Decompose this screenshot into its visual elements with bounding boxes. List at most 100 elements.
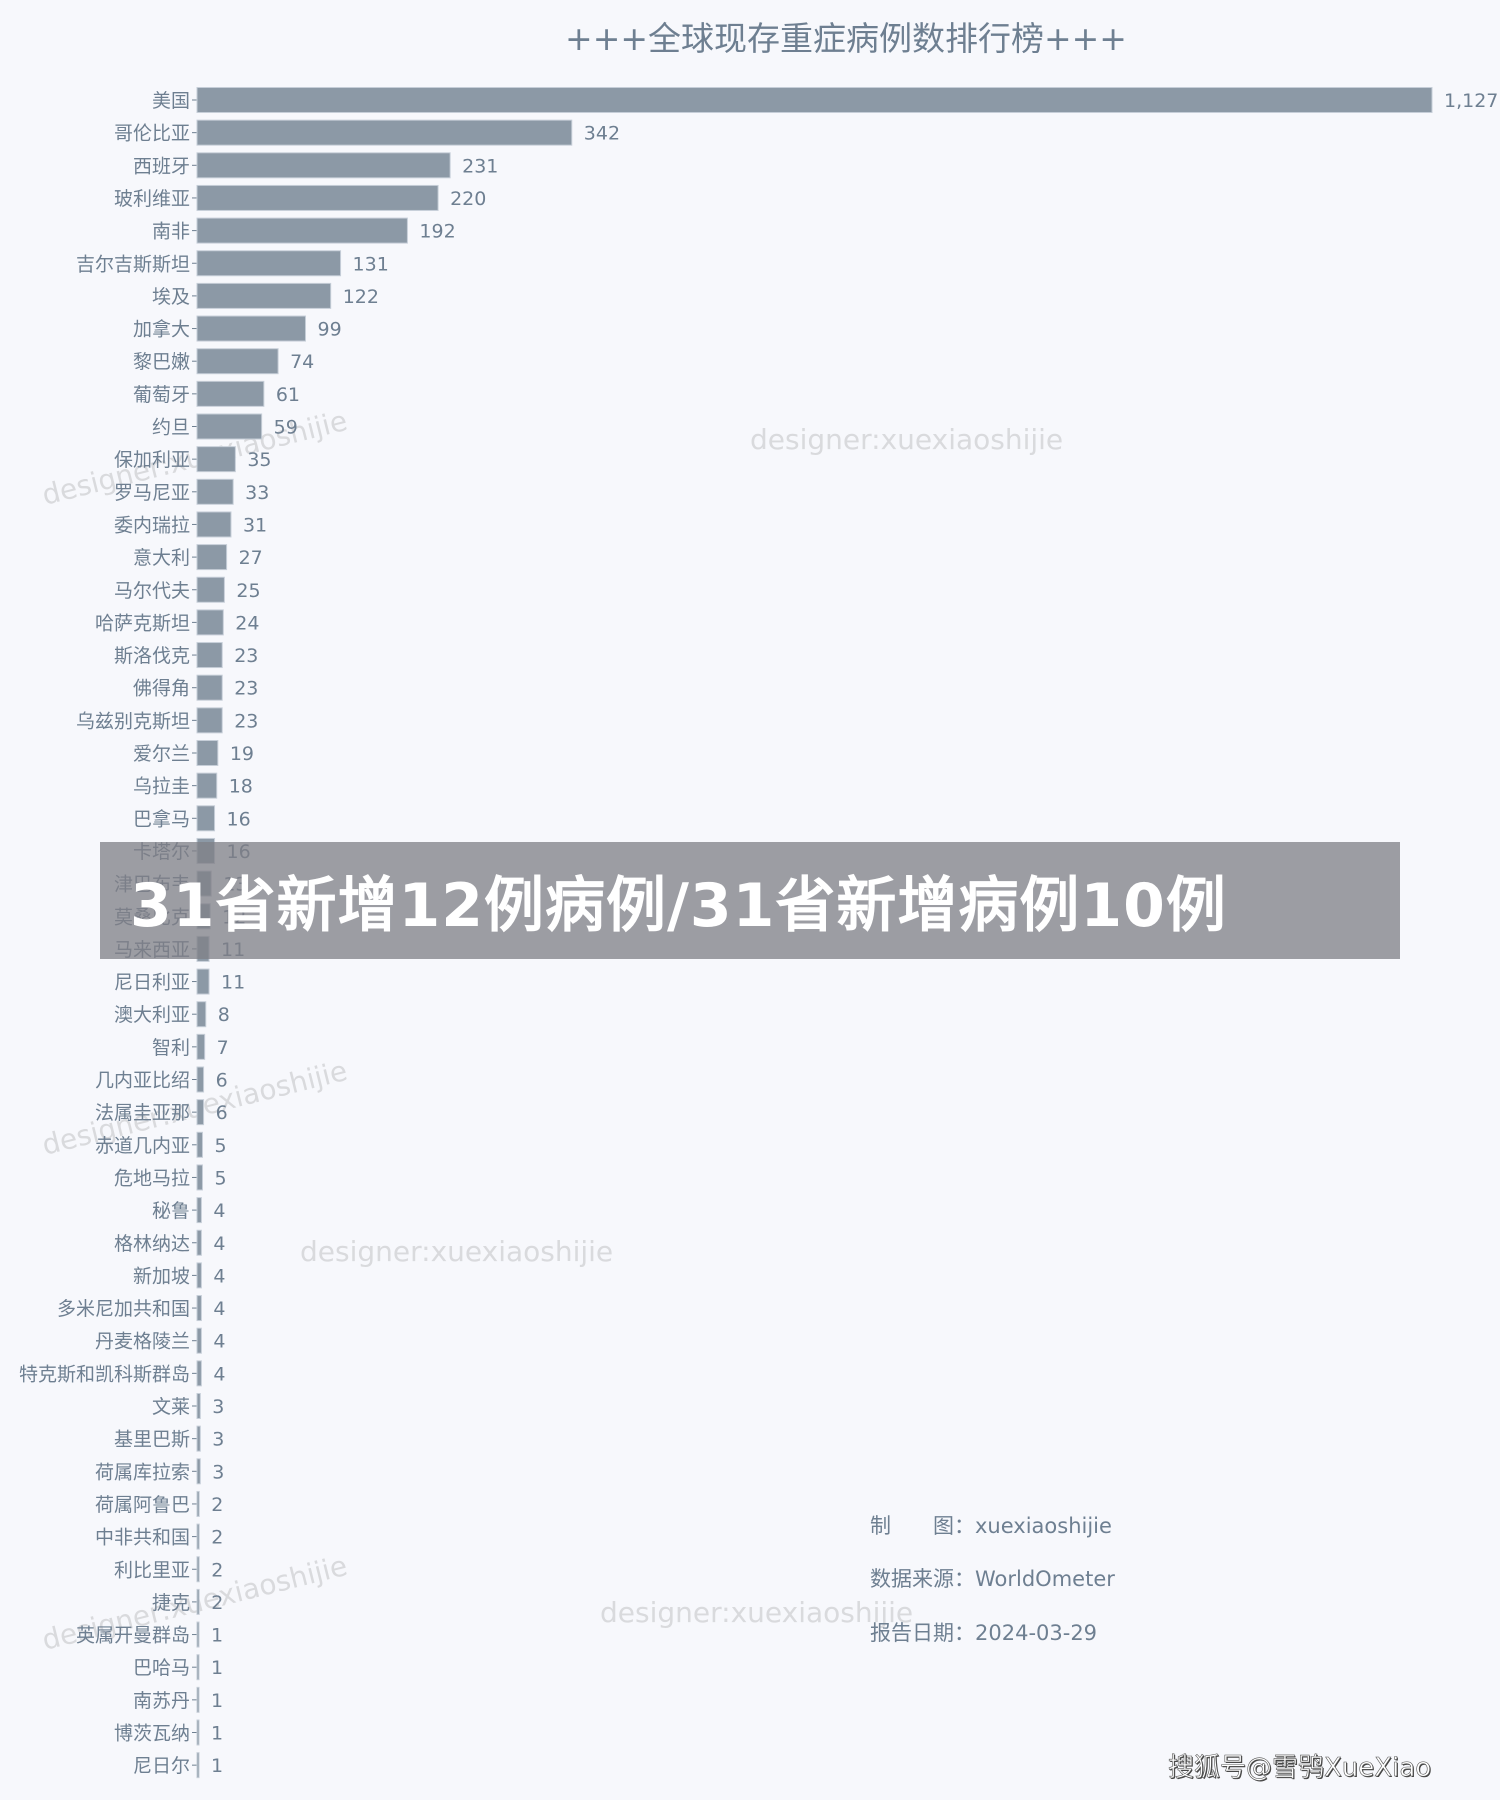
category-label: 斯洛伐克 (114, 645, 190, 667)
category-label: 赤道几内亚 (95, 1135, 190, 1157)
value-label: 131 (353, 253, 389, 275)
value-label: 231 (462, 155, 498, 177)
value-label: 31 (243, 514, 267, 536)
value-label: 74 (290, 351, 314, 373)
category-label: 罗马尼亚 (114, 482, 190, 504)
value-label: 1,127 (1444, 90, 1498, 112)
category-label: 约旦 (152, 417, 190, 439)
value-label: 2 (211, 1559, 223, 1581)
value-label: 25 (236, 580, 260, 602)
category-label: 巴拿马 (133, 807, 190, 830)
category-label: 埃及 (152, 286, 190, 308)
designer-watermark: designer:xuexiaoshijie (600, 1596, 913, 1629)
value-label: 342 (584, 123, 620, 145)
bar (196, 446, 236, 473)
bar (196, 152, 451, 179)
bar (196, 1001, 207, 1028)
value-label: 1 (211, 1625, 223, 1647)
bar (196, 119, 573, 146)
value-label: 19 (230, 743, 254, 765)
bar (196, 511, 232, 538)
bar (196, 1033, 206, 1060)
value-label: 6 (216, 1070, 228, 1092)
bar (196, 348, 279, 375)
bar (196, 772, 218, 799)
value-label: 122 (343, 286, 379, 308)
category-label: 利比里亚 (114, 1559, 190, 1581)
bar (196, 282, 332, 309)
bar (196, 1360, 202, 1387)
bar (196, 968, 210, 995)
value-label: 1 (211, 1755, 223, 1777)
value-label: 7 (217, 1037, 229, 1059)
value-label: 4 (213, 1233, 225, 1255)
category-label: 葡萄牙 (133, 384, 190, 406)
bar (196, 609, 224, 636)
value-label: 6 (216, 1102, 228, 1124)
designer-watermark: designer:xuexiaoshijie (39, 1054, 351, 1162)
category-label: 马尔代夫 (114, 580, 190, 602)
maker-note: 制 图：xuexiaoshijie (870, 1514, 1112, 1538)
category-label: 特克斯和凯科斯群岛 (19, 1363, 190, 1385)
sohu-watermark: 搜狐号@雪鸮XueXiao (1168, 1753, 1432, 1784)
bar (196, 87, 1433, 113)
value-label: 4 (213, 1363, 225, 1385)
bar (196, 544, 228, 571)
value-label: 23 (234, 710, 258, 732)
value-label: 1 (211, 1657, 223, 1679)
bar (196, 250, 342, 277)
value-label: 220 (450, 188, 486, 210)
category-label: 意大利 (133, 547, 190, 569)
designer-watermark: designer:xuexiaoshijie (750, 423, 1063, 456)
category-label: 西班牙 (133, 155, 190, 177)
bar (196, 184, 439, 211)
value-label: 23 (234, 645, 258, 667)
value-label: 8 (218, 1004, 230, 1026)
category-label: 博茨瓦纳 (114, 1723, 190, 1745)
category-label: 新加坡 (133, 1265, 190, 1287)
category-label: 荷属阿鲁巴 (95, 1494, 190, 1516)
value-label: 2 (211, 1527, 223, 1549)
value-label: 1 (211, 1723, 223, 1745)
bar (196, 1327, 202, 1354)
chart-title: +++全球现存重症病例数排行榜+++ (565, 19, 1127, 58)
value-label: 3 (212, 1429, 224, 1451)
value-label: 27 (239, 547, 263, 569)
value-label: 2 (211, 1494, 223, 1516)
bar (196, 1197, 202, 1224)
category-label: 荷属库拉索 (95, 1461, 190, 1483)
category-label: 丹麦格陵兰 (95, 1331, 190, 1353)
value-label: 3 (212, 1396, 224, 1418)
category-label: 哥伦比亚 (114, 123, 190, 145)
category-label: 南非 (152, 221, 190, 243)
category-label: 智利 (152, 1037, 190, 1059)
value-label: 99 (317, 319, 341, 341)
headline-text: 31省新增12例病例/31省新增病例10例 (130, 871, 1227, 941)
bar (196, 380, 265, 407)
bar (196, 315, 306, 342)
bar (196, 576, 225, 603)
category-label: 基里巴斯 (114, 1429, 190, 1451)
value-label: 192 (419, 221, 455, 243)
category-label: 加拿大 (133, 318, 190, 341)
value-label: 59 (274, 417, 298, 439)
bar (196, 674, 223, 701)
category-label: 乌兹别克斯坦 (76, 710, 190, 732)
category-label: 捷克 (152, 1592, 190, 1614)
category-label: 多米尼加共和国 (57, 1298, 190, 1320)
category-label: 法属圭亚那 (95, 1102, 190, 1124)
category-label: 委内瑞拉 (114, 514, 190, 536)
category-label: 爱尔兰 (133, 743, 190, 765)
value-label: 4 (213, 1265, 225, 1287)
category-label: 哈萨克斯坦 (95, 612, 190, 634)
category-label: 美国 (152, 90, 190, 112)
category-label: 澳大利亚 (114, 1004, 190, 1026)
category-label: 南苏丹 (133, 1690, 190, 1712)
bar (196, 1164, 203, 1191)
bar (196, 1229, 202, 1256)
bar (196, 413, 263, 440)
value-label: 3 (212, 1461, 224, 1483)
category-label: 玻利维亚 (114, 188, 190, 210)
value-label: 4 (213, 1200, 225, 1222)
category-label: 保加利亚 (114, 449, 190, 471)
